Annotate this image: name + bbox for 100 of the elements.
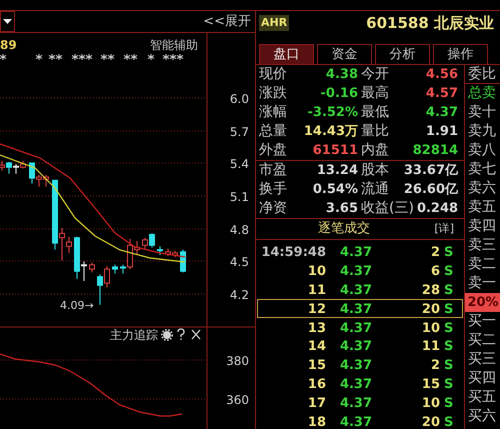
- axis-label: 360: [226, 393, 249, 407]
- quote-label: 现价: [259, 66, 288, 83]
- trade-time: 10: [306, 262, 326, 281]
- quote-value: 3.65: [324, 200, 358, 217]
- quote-value: 4.56: [424, 66, 458, 83]
- details-link[interactable]: [详]: [434, 220, 454, 238]
- axis-label: 4.5: [230, 255, 249, 269]
- trade-time: 17: [306, 395, 326, 414]
- asterisk-icon: [36, 54, 42, 60]
- asterisk-icon: [48, 54, 62, 60]
- selected-trade-row[interactable]: 12 4.37 20 S: [257, 298, 463, 318]
- trade-time: 18: [306, 414, 326, 429]
- tab[interactable]: 操作: [433, 44, 488, 64]
- help-icon: [177, 328, 185, 340]
- order-book-label: 卖三: [467, 236, 497, 255]
- quote-label: 最高: [361, 85, 389, 102]
- ratio-badge: 20%: [465, 293, 500, 312]
- tab[interactable]: 资金: [317, 44, 372, 64]
- trade-price: 4.37: [338, 262, 374, 281]
- order-book-label: 卖五: [467, 198, 497, 217]
- order-book-label: 卖十: [467, 103, 497, 122]
- trade-volume: 20: [420, 414, 441, 429]
- axis-label: 6.0: [230, 92, 249, 106]
- quote-label: 涨幅: [259, 104, 288, 121]
- trade-volume: 28: [420, 282, 441, 300]
- quote-label: 流通: [361, 181, 389, 198]
- trade-side: S: [444, 244, 454, 262]
- quote-label: 收益(三): [361, 200, 414, 217]
- asterisk-icon: [148, 54, 154, 60]
- tracker-title: 主力追踪: [110, 328, 158, 342]
- quote-label: 今开: [361, 66, 389, 83]
- trade-side: S: [444, 300, 454, 319]
- indicator-value: 89: [0, 38, 17, 52]
- quote-value: -0.16: [320, 85, 358, 102]
- trade-volume: 2: [430, 357, 441, 376]
- order-book-label: 买五: [467, 388, 497, 407]
- quote-label: 市盈: [259, 162, 288, 179]
- quote-value: 61511: [312, 142, 358, 159]
- trade-time: 15: [306, 357, 326, 376]
- trade-time: 13: [306, 320, 326, 338]
- quote-label: 换手: [259, 181, 288, 198]
- quote-value: 14.43万: [302, 123, 358, 140]
- order-book-label: 委比: [465, 65, 500, 84]
- trade-price: 4.37: [338, 395, 374, 414]
- trade-price: 4.37: [338, 357, 374, 376]
- order-book-label: 买二: [467, 331, 497, 350]
- tab[interactable]: 分析: [375, 44, 430, 64]
- quote-value: -3.52%: [306, 104, 358, 121]
- trade-volume: 2: [430, 244, 441, 262]
- trade-time: 14:59:48: [260, 244, 326, 262]
- assist-label: 智能辅助: [150, 38, 198, 52]
- quote-value: 0.54%: [312, 181, 358, 198]
- axis-label: 4.2: [230, 288, 249, 302]
- quote-value: 26.60亿: [402, 181, 458, 198]
- trade-volume: 20: [420, 300, 441, 319]
- trade-time: 16: [306, 376, 326, 394]
- candle: [89, 262, 95, 273]
- stock-title: 601588 北辰实业: [366, 12, 494, 34]
- dropdown-button[interactable]: [0, 11, 15, 32]
- trade-side: S: [444, 376, 454, 394]
- trade-price: 4.37: [338, 320, 374, 338]
- close-icon: [191, 329, 201, 340]
- quote-value: 0.248: [416, 200, 458, 217]
- asterisk-icon: [124, 54, 138, 60]
- trade-volume: 11: [420, 338, 441, 356]
- asterisk-icon: [100, 54, 114, 60]
- quote-label: 内盘: [361, 142, 389, 159]
- trade-price: 4.37: [338, 414, 374, 429]
- quote-label: 净资: [259, 200, 288, 217]
- quote-label: 股本: [361, 162, 389, 179]
- quote-label: 量比: [361, 123, 389, 140]
- quote-value: 4.37: [424, 104, 458, 121]
- order-book-label: 买一: [467, 312, 497, 331]
- quote-label: 总量: [259, 123, 288, 140]
- quote-value: 4.57: [424, 85, 458, 102]
- low-price-label: 4.09→: [60, 299, 94, 312]
- trade-volume: 6: [430, 262, 441, 281]
- trade-side: S: [444, 414, 454, 429]
- stock-badge: AHR: [259, 14, 290, 32]
- quote-label: 最低: [361, 104, 389, 121]
- caret-icon: [3, 19, 12, 24]
- trade-volume: 10: [420, 395, 441, 414]
- candle: [112, 264, 118, 274]
- axis-label: 5.7: [230, 125, 249, 139]
- quote-value: 33.67亿: [402, 162, 458, 179]
- order-book-label: 买四: [467, 369, 497, 388]
- axis-label: 5.1: [230, 190, 249, 204]
- trade-price: 4.37: [338, 282, 374, 300]
- tab[interactable]: 盘口: [259, 44, 314, 64]
- asterisk-icon: [72, 54, 92, 60]
- quote-label: 外盘: [259, 142, 288, 159]
- order-book-label: 总卖: [467, 84, 497, 103]
- trade-side: S: [444, 395, 454, 414]
- order-book-label: 卖二: [467, 255, 497, 274]
- axis-label: 380: [226, 354, 249, 368]
- trade-price: 4.37: [338, 244, 374, 262]
- trade-time: 14: [306, 338, 326, 356]
- trade-side: S: [444, 338, 454, 356]
- order-book-label: 卖四: [467, 217, 497, 236]
- expand-link[interactable]: <<展开: [203, 12, 255, 32]
